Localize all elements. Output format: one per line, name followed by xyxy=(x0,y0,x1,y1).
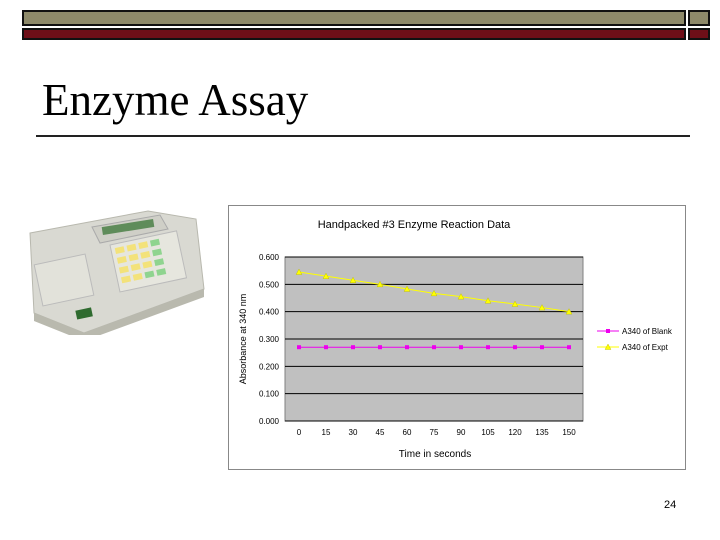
chart-title: Handpacked #3 Enzyme Reaction Data xyxy=(318,219,511,231)
page-number: 24 xyxy=(664,499,677,511)
x-tick-label: 0 xyxy=(297,428,302,437)
x-tick-label: 15 xyxy=(322,428,331,437)
plate-reader-image xyxy=(29,210,205,335)
y-tick-label: 0.500 xyxy=(259,280,280,289)
y-tick-label: 0.300 xyxy=(259,335,280,344)
data-point xyxy=(324,345,328,350)
y-tick-label: 0.600 xyxy=(259,253,280,262)
data-point xyxy=(567,345,571,350)
slide-title: Enzyme Assay xyxy=(42,75,309,125)
legend-marker xyxy=(606,329,610,333)
data-point xyxy=(432,345,436,350)
data-point xyxy=(513,345,517,350)
x-tick-label: 120 xyxy=(508,428,522,437)
chart-panel: Handpacked #3 Enzyme Reaction Data 0.000… xyxy=(228,205,686,470)
x-tick-label: 105 xyxy=(481,428,495,437)
x-axis-ticks: 0 15 30 45 60 75 90 105 120 135 150 xyxy=(297,428,576,437)
data-point xyxy=(351,345,355,350)
data-point xyxy=(459,345,463,350)
olive-bar xyxy=(22,10,686,26)
y-tick-label: 0.000 xyxy=(259,417,280,426)
x-tick-label: 75 xyxy=(430,428,439,437)
y-tick-label: 0.100 xyxy=(259,390,280,399)
data-point xyxy=(378,345,382,350)
maroon-bar xyxy=(22,28,686,40)
x-axis-label: Time in seconds xyxy=(399,449,471,460)
title-divider xyxy=(36,135,690,137)
legend: A340 of Blank A340 of Expt xyxy=(597,327,673,352)
data-point xyxy=(540,345,544,350)
x-tick-label: 135 xyxy=(535,428,549,437)
data-point xyxy=(297,345,301,350)
y-tick-label: 0.200 xyxy=(259,362,280,371)
data-point xyxy=(405,345,409,350)
x-tick-label: 90 xyxy=(457,428,466,437)
y-axis-label: Absorbance at 340 nm xyxy=(238,294,248,385)
x-tick-label: 150 xyxy=(562,428,576,437)
slide-header-bars xyxy=(22,10,710,40)
data-point xyxy=(486,345,490,350)
x-tick-label: 45 xyxy=(376,428,385,437)
y-axis-ticks: 0.000 0.100 0.200 0.300 0.400 0.500 0.600 xyxy=(259,253,280,426)
olive-square xyxy=(688,10,710,26)
legend-label: A340 of Blank xyxy=(622,327,673,336)
maroon-square xyxy=(688,28,710,40)
line-chart: Handpacked #3 Enzyme Reaction Data 0.000… xyxy=(238,219,673,460)
x-tick-label: 60 xyxy=(403,428,412,437)
x-tick-label: 30 xyxy=(349,428,358,437)
legend-label: A340 of Expt xyxy=(622,343,669,352)
y-tick-label: 0.400 xyxy=(259,308,280,317)
